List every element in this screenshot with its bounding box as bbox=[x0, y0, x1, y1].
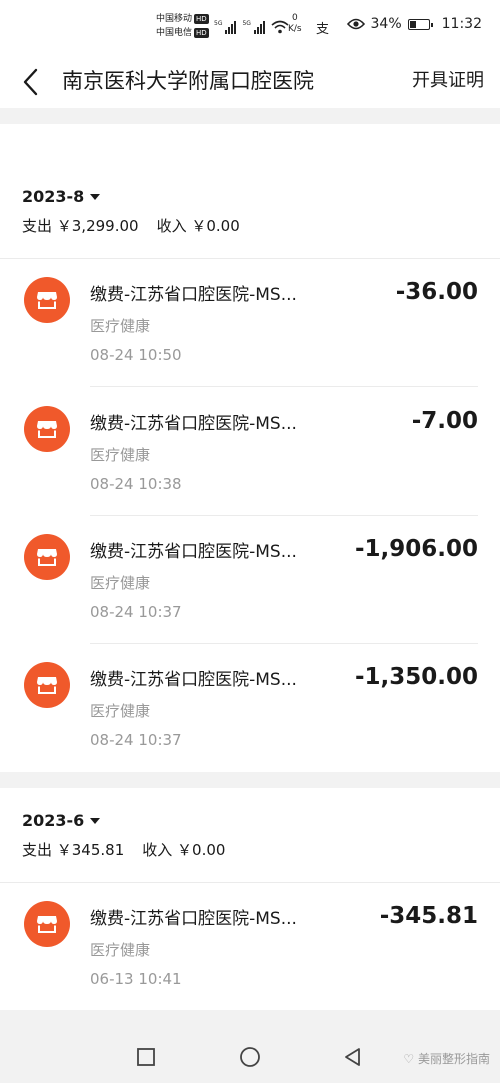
chevron-left-icon bbox=[23, 68, 38, 96]
expense-total: 支出 ￥345.81 bbox=[22, 841, 125, 859]
transaction-category: 医疗健康 bbox=[90, 702, 151, 720]
hd-badge-2: HD bbox=[194, 28, 209, 38]
network-speed: 0 K/s bbox=[288, 13, 302, 34]
merchant-icon bbox=[24, 662, 70, 708]
battery-percent: 34% bbox=[370, 16, 402, 32]
caret-down-icon bbox=[90, 194, 101, 200]
carrier-1: 中国移动 bbox=[156, 14, 193, 24]
transaction-category: 医疗健康 bbox=[90, 574, 151, 592]
transaction-time: 08-24 10:50 bbox=[90, 346, 182, 364]
hd-badge-1: HD bbox=[194, 14, 209, 24]
status-bar: 中国移动 HD 中国电信 HD 5G 5G 0 K/s 支 34% 11:32 bbox=[0, 0, 500, 56]
month-selector[interactable]: 2023-8 bbox=[22, 186, 240, 208]
transaction-amount: -1,350.00 bbox=[354, 664, 478, 690]
income-total: 收入 ￥0.00 bbox=[156, 217, 240, 235]
wifi-icon bbox=[271, 20, 289, 34]
network-icons: 5G 5G bbox=[214, 16, 289, 38]
triangle-back-icon bbox=[345, 1048, 360, 1066]
circle-icon bbox=[240, 1047, 260, 1067]
month-group-2023-6: 2023-6 支出 ￥345.81 收入 ￥0.00 缴费-江苏省口腔医院-MS.… bbox=[0, 788, 500, 1010]
month-group-2023-8: 2023-8 支出 ￥3,299.00 收入 ￥0.00 缴费-江苏省口腔医院-M… bbox=[0, 124, 500, 772]
carrier-2: 中国电信 bbox=[156, 28, 193, 38]
eye-icon bbox=[346, 18, 365, 30]
square-icon bbox=[137, 1048, 155, 1066]
transaction-row[interactable]: 缴费-江苏省口腔医院-MS... 医疗健康 08-24 10:37 -1,350… bbox=[0, 644, 500, 772]
transaction-row[interactable]: 缴费-江苏省口腔医院-MS... 医疗健康 08-24 10:37 -1,906… bbox=[0, 516, 500, 644]
alipay-notification-icon: 支 bbox=[316, 22, 330, 37]
merchant-icon bbox=[24, 406, 70, 452]
transaction-row[interactable]: 缴费-江苏省口腔医院-MS... 医疗健康 08-24 10:38 -7.00 bbox=[0, 388, 500, 516]
transaction-row[interactable]: 缴费-江苏省口腔医院-MS... 医疗健康 06-13 10:41 -345.8… bbox=[0, 883, 500, 1011]
transaction-category: 医疗健康 bbox=[90, 941, 151, 959]
signal-icon-1: 5G bbox=[214, 20, 237, 34]
month-selector[interactable]: 2023-6 bbox=[22, 810, 225, 832]
caret-down-icon bbox=[90, 818, 101, 824]
transaction-row[interactable]: 缴费-江苏省口腔医院-MS... 医疗健康 08-24 10:50 -36.00 bbox=[0, 259, 500, 387]
page-title: 南京医科大学附属口腔医院 bbox=[62, 69, 314, 93]
transaction-category: 医疗健康 bbox=[90, 446, 151, 464]
watermark: ♡ 美丽整形指南 bbox=[403, 1052, 490, 1066]
transaction-amount: -36.00 bbox=[395, 279, 478, 305]
transaction-time: 06-13 10:41 bbox=[90, 970, 182, 988]
transaction-time: 08-24 10:37 bbox=[90, 731, 182, 749]
transaction-name: 缴费-江苏省口腔医院-MS... bbox=[90, 285, 297, 305]
group-header: 2023-6 支出 ￥345.81 收入 ￥0.00 bbox=[22, 810, 225, 860]
row-divider bbox=[90, 386, 478, 387]
transaction-amount: -7.00 bbox=[411, 408, 478, 434]
merchant-icon bbox=[24, 277, 70, 323]
transaction-category: 医疗健康 bbox=[90, 317, 151, 335]
transaction-name: 缴费-江苏省口腔医院-MS... bbox=[90, 670, 297, 690]
back-button[interactable] bbox=[16, 64, 48, 100]
nav-header: 南京医科大学附属口腔医院 开具证明 bbox=[0, 56, 500, 108]
merchant-icon bbox=[24, 901, 70, 947]
transaction-name: 缴费-江苏省口腔医院-MS... bbox=[90, 414, 297, 434]
system-back-button[interactable] bbox=[342, 1046, 364, 1068]
battery-icon bbox=[407, 18, 433, 30]
clock: 11:32 bbox=[441, 16, 482, 32]
transaction-amount: -345.81 bbox=[379, 903, 478, 929]
month-summary: 支出 ￥345.81 收入 ￥0.00 bbox=[22, 840, 225, 860]
transaction-name: 缴费-江苏省口腔医院-MS... bbox=[90, 542, 297, 562]
transaction-time: 08-24 10:37 bbox=[90, 603, 182, 621]
issue-certificate-button[interactable]: 开具证明 bbox=[412, 68, 484, 94]
group-header: 2023-8 支出 ￥3,299.00 收入 ￥0.00 bbox=[22, 186, 240, 236]
transaction-time: 08-24 10:38 bbox=[90, 475, 182, 493]
income-total: 收入 ￥0.00 bbox=[142, 841, 226, 859]
recent-apps-button[interactable] bbox=[135, 1046, 157, 1068]
right-status: 34% 11:32 bbox=[346, 16, 482, 32]
transaction-name: 缴费-江苏省口腔医院-MS... bbox=[90, 909, 297, 929]
expense-total: 支出 ￥3,299.00 bbox=[22, 217, 139, 235]
carrier-info: 中国移动 HD 中国电信 HD bbox=[156, 12, 209, 40]
merchant-icon bbox=[24, 534, 70, 580]
transaction-amount: -1,906.00 bbox=[354, 536, 478, 562]
signal-icon-2: 5G bbox=[242, 20, 265, 34]
home-button[interactable] bbox=[239, 1046, 261, 1068]
month-summary: 支出 ￥3,299.00 收入 ￥0.00 bbox=[22, 216, 240, 236]
